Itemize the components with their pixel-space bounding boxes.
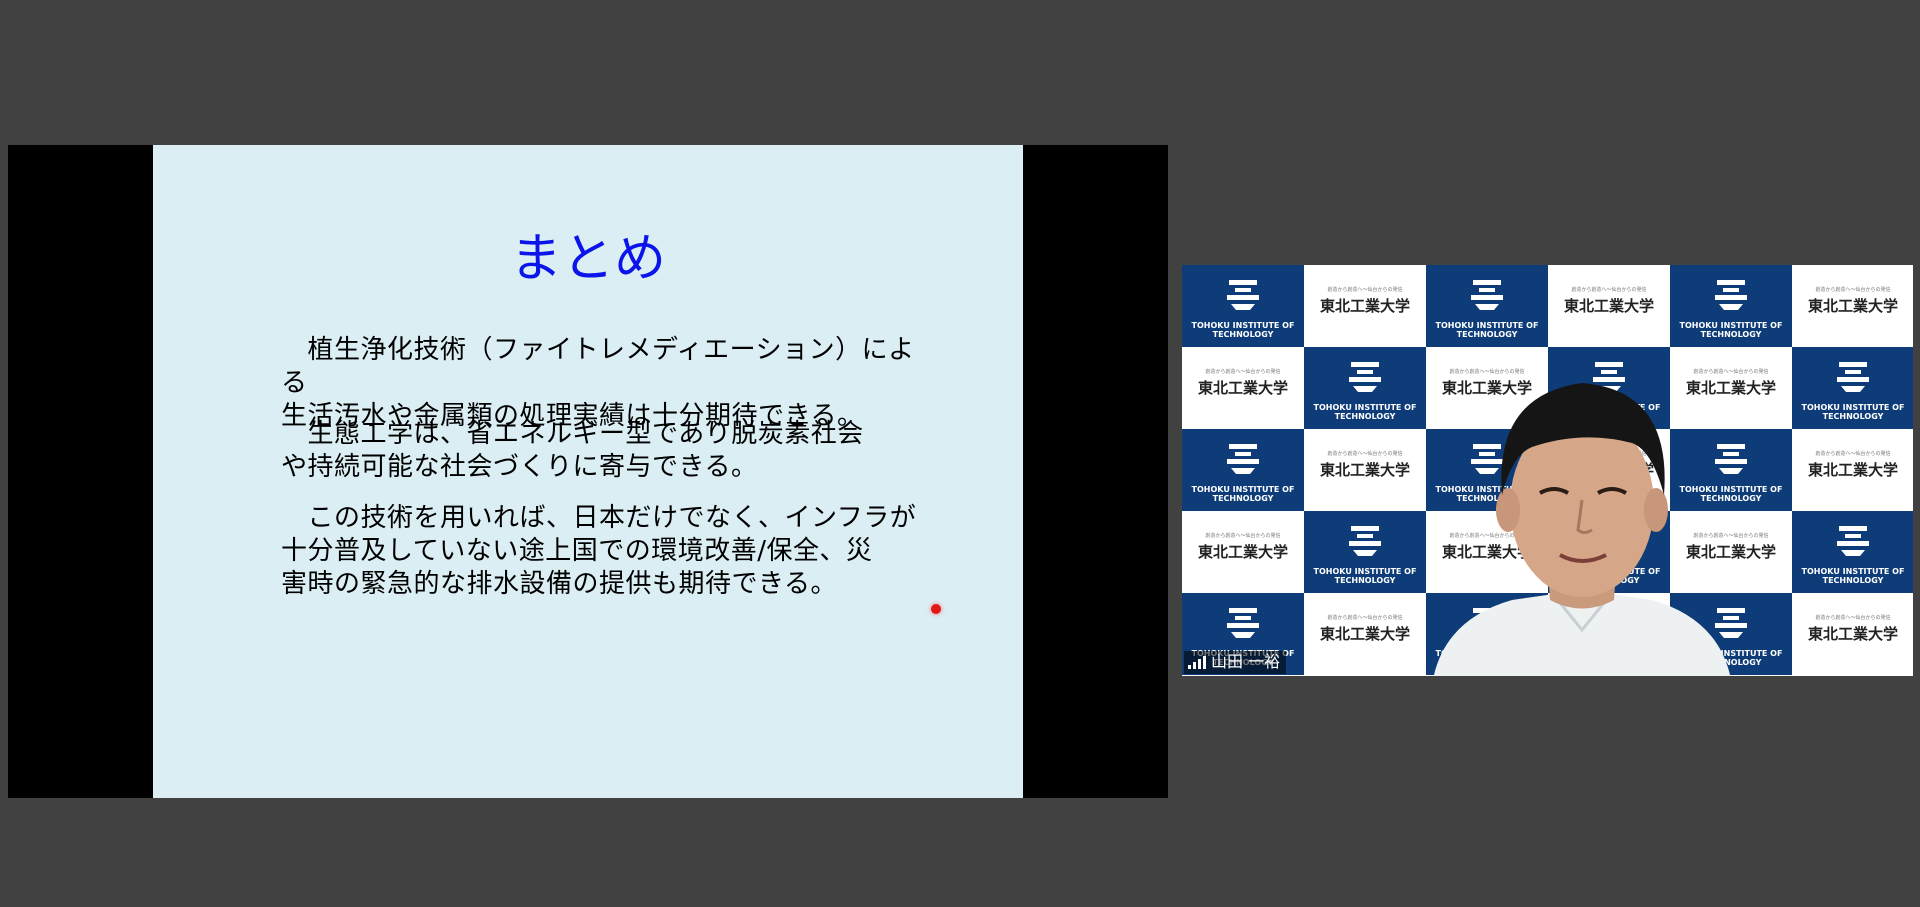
backdrop-name-tile: 創造から創造へ〜仙台からの発信東北工業大学 — [1304, 265, 1426, 347]
backdrop-name-tile: 創造から創造へ〜仙台からの発信東北工業大学 — [1792, 429, 1913, 511]
backdrop-logo-tile: TOHOKU INSTITUTE OF TECHNOLOGY — [1670, 265, 1792, 347]
university-logo-icon — [1227, 280, 1259, 310]
participant-video-tile[interactable]: TOHOKU INSTITUTE OF TECHNOLOGY 創造から創造へ〜仙台… — [1182, 265, 1913, 676]
slide-paragraph: 生態工学は、省エネルギー型であり脱炭素社会 や持続可能な社会づくりに寄与できる。 — [281, 419, 864, 482]
university-logo-icon — [1837, 526, 1869, 556]
backdrop-logo-tile: TOHOKU INSTITUTE OF TECHNOLOGY — [1426, 265, 1548, 347]
university-tagline: 創造から創造へ〜仙台からの発信 — [1571, 287, 1647, 293]
university-english-name: TOHOKU INSTITUTE OF TECHNOLOGY — [1679, 321, 1783, 339]
slide-title: まとめ — [509, 229, 666, 289]
university-english-name: TOHOKU INSTITUTE OF TECHNOLOGY — [1191, 485, 1295, 503]
university-logo-icon — [1837, 362, 1869, 392]
university-english-name: TOHOKU INSTITUTE OF TECHNOLOGY — [1191, 321, 1295, 339]
university-logo-icon — [1349, 362, 1381, 392]
university-tagline: 創造から創造へ〜仙台からの発信 — [1815, 451, 1891, 457]
backdrop-logo-tile: TOHOKU INSTITUTE OF TECHNOLOGY — [1792, 511, 1913, 593]
participant-name: 山田 一裕 — [1211, 652, 1281, 671]
university-tagline: 創造から創造へ〜仙台からの発信 — [1205, 533, 1281, 539]
laser-pointer-icon — [931, 604, 941, 614]
university-name: 東北工業大学 — [1807, 297, 1898, 315]
signal-strength-icon — [1188, 656, 1206, 669]
university-tagline: 創造から創造へ〜仙台からの発信 — [1327, 287, 1403, 293]
slide-paragraph: この技術を用いれば、日本だけでなく、インフラが 十分普及していない途上国での環境… — [281, 503, 917, 599]
university-name: 東北工業大学 — [1807, 461, 1898, 479]
university-tagline: 創造から創造へ〜仙台からの発信 — [1815, 287, 1891, 293]
shared-screen: まとめ 植生浄化技術（ファイトレメディエーション）による 生活汚水や金属類の処理… — [8, 145, 1168, 798]
backdrop-logo-tile: TOHOKU INSTITUTE OF TECHNOLOGY — [1182, 429, 1304, 511]
presentation-slide: まとめ 植生浄化技術（ファイトレメディエーション）による 生活汚水や金属類の処理… — [153, 145, 1023, 798]
university-tagline: 創造から創造へ〜仙台からの発信 — [1815, 615, 1891, 621]
backdrop-name-tile: 創造から創造へ〜仙台からの発信東北工業大学 — [1182, 511, 1304, 593]
university-english-name: TOHOKU INSTITUTE OF TECHNOLOGY — [1435, 321, 1539, 339]
participant-name-badge: 山田 一裕 — [1184, 651, 1287, 674]
university-name: 東北工業大学 — [1807, 625, 1898, 643]
participant-person — [1433, 383, 1731, 676]
backdrop-name-tile: 創造から創造へ〜仙台からの発信東北工業大学 — [1792, 593, 1913, 675]
university-name: 東北工業大学 — [1319, 297, 1410, 315]
university-logo-icon — [1349, 526, 1381, 556]
backdrop-name-tile: 創造から創造へ〜仙台からの発信東北工業大学 — [1548, 265, 1670, 347]
backdrop-name-tile: 創造から創造へ〜仙台からの発信東北工業大学 — [1792, 265, 1913, 347]
university-tagline: 創造から創造へ〜仙台からの発信 — [1205, 369, 1281, 375]
university-logo-icon — [1227, 608, 1259, 638]
university-english-name: TOHOKU INSTITUTE OF TECHNOLOGY — [1801, 403, 1905, 421]
backdrop-logo-tile: TOHOKU INSTITUTE OF TECHNOLOGY — [1792, 347, 1913, 429]
backdrop-name-tile: 創造から創造へ〜仙台からの発信東北工業大学 — [1182, 347, 1304, 429]
backdrop-logo-tile: TOHOKU INSTITUTE OF TECHNOLOGY — [1182, 265, 1304, 347]
university-name: 東北工業大学 — [1197, 379, 1288, 397]
university-logo-icon — [1227, 444, 1259, 474]
university-logo-icon — [1715, 280, 1747, 310]
university-logo-icon — [1471, 280, 1503, 310]
university-name: 東北工業大学 — [1563, 297, 1654, 315]
university-english-name: TOHOKU INSTITUTE OF TECHNOLOGY — [1801, 567, 1905, 585]
university-name: 東北工業大学 — [1197, 543, 1288, 561]
